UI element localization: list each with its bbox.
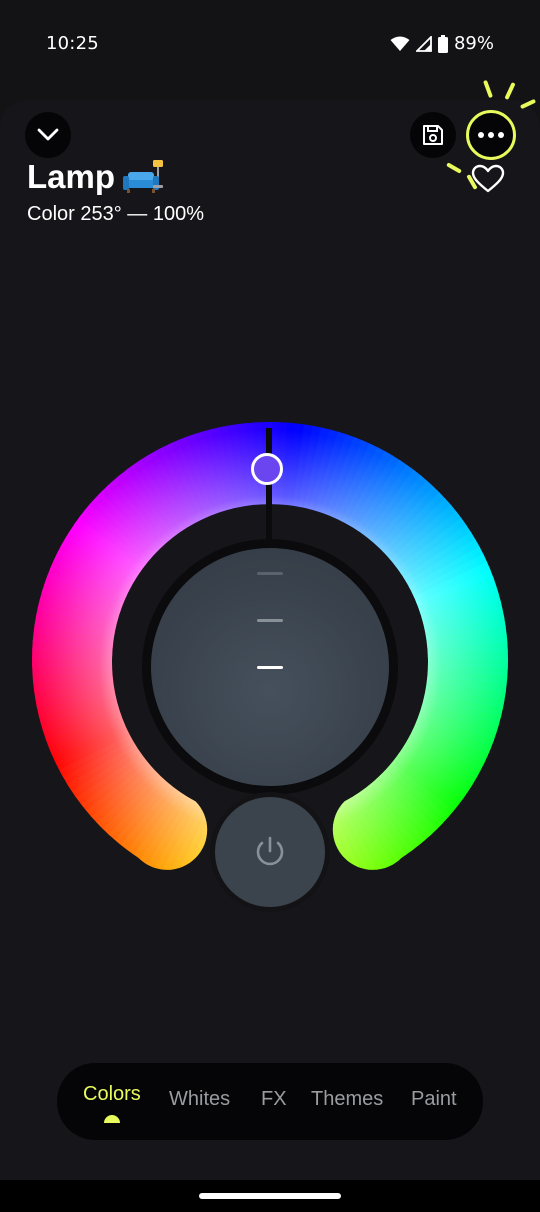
brightness-knob[interactable]: [151, 548, 389, 786]
mode-tab-bar: Colors Whites FX Themes Paint: [57, 1063, 483, 1140]
brightness-level-1: [257, 572, 283, 575]
brightness-level-3: [257, 666, 283, 669]
tab-paint[interactable]: Paint: [411, 1063, 457, 1140]
hue-pointer-line: [266, 428, 272, 544]
tab-themes[interactable]: Themes: [311, 1063, 383, 1140]
home-indicator[interactable]: [199, 1193, 341, 1199]
brightness-level-2: [257, 619, 283, 622]
color-selector-handle[interactable]: [251, 453, 283, 485]
power-button[interactable]: [215, 797, 325, 907]
tab-colors[interactable]: Colors: [83, 1063, 141, 1140]
screen: 10:25 89% Lamp Color 253° — 100% Colors …: [0, 0, 540, 1212]
tab-fx[interactable]: FX: [261, 1063, 287, 1140]
tab-whites[interactable]: Whites: [169, 1063, 230, 1140]
power-icon: [256, 836, 284, 866]
